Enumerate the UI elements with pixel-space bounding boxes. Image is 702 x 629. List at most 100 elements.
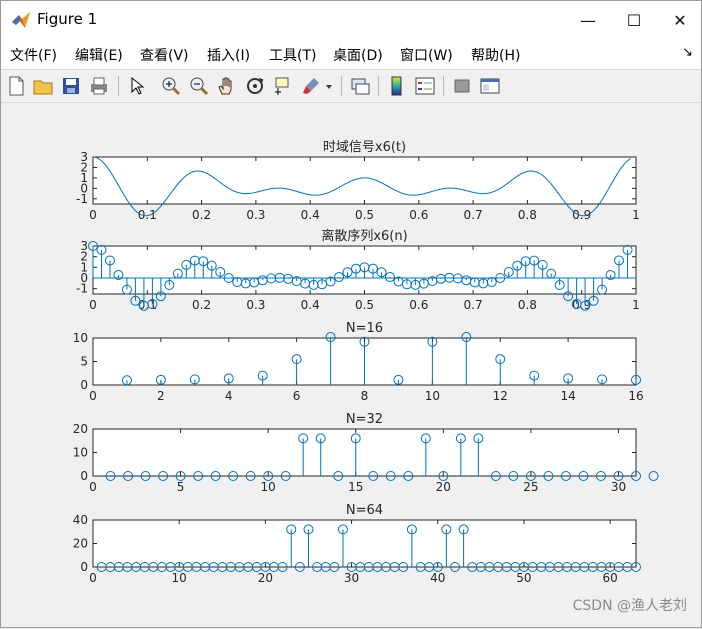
rotate-3d-icon xyxy=(247,78,264,94)
close-icon: ✕ xyxy=(673,10,687,30)
print-icon xyxy=(91,77,107,95)
new-figure-button[interactable] xyxy=(5,75,27,97)
close-button[interactable]: ✕ xyxy=(657,1,702,39)
chart-title: N=32 xyxy=(346,412,383,427)
open-file-button[interactable] xyxy=(32,75,54,97)
x-tick-label: 10 xyxy=(425,389,440,403)
x-tick-label: 1 xyxy=(632,298,640,312)
save-icon xyxy=(63,78,79,94)
x-tick-label: 20 xyxy=(436,480,451,494)
x-tick-label: 0.4 xyxy=(301,298,320,312)
menu-tools[interactable]: 工具(T) xyxy=(269,45,316,65)
link-plot-icon xyxy=(351,78,370,95)
y-tick-label: 40 xyxy=(73,513,88,527)
rotate-3d-button[interactable] xyxy=(244,75,266,97)
y-tick-label: 0 xyxy=(80,469,88,483)
brush-button[interactable] xyxy=(300,75,322,97)
show-plot-tools-button[interactable] xyxy=(479,75,501,97)
x-tick-label: 0.2 xyxy=(192,208,211,222)
menu-edit[interactable]: 编辑(E) xyxy=(75,45,123,65)
brush-icon xyxy=(303,78,319,94)
title-bar[interactable]: Figure 1 — ☐ ✕ xyxy=(1,1,701,39)
pan-button[interactable] xyxy=(216,75,238,97)
x-tick-label: 16 xyxy=(628,389,643,403)
colorbar-button[interactable] xyxy=(386,75,408,97)
axes-box xyxy=(92,519,637,568)
watermark: CSDN @渔人老刘 xyxy=(572,598,687,614)
menu-bar: 文件(F) 编辑(E) 查看(V) 插入(I) 工具(T) 桌面(D) 窗口(W… xyxy=(1,39,701,69)
menu-file[interactable]: 文件(F) xyxy=(10,45,57,65)
figure-canvas[interactable]: 0 0.1 0.2 0.3 0.4 0.5 0.6 0.7 0.8 0.9 1 -1 0 1 2 3 时域信号x… xyxy=(1,102,702,629)
x-tick-label: 30 xyxy=(611,480,626,494)
zoom-out-button[interactable] xyxy=(188,75,210,97)
subplots-svg[interactable]: 0 0.1 0.2 0.3 0.4 0.5 0.6 0.7 0.8 0.9 1-10123时域信号x… xyxy=(1,102,702,629)
y-tick-label: 0 xyxy=(80,378,88,392)
stem-marker xyxy=(648,471,659,481)
x-tick-label: 1 xyxy=(632,208,640,222)
axes-box xyxy=(92,428,637,477)
minimize-button[interactable]: — xyxy=(565,1,611,39)
zoom-out-icon xyxy=(190,77,209,96)
zoom-in-button[interactable] xyxy=(160,75,182,97)
x-tick-label: 0.6 xyxy=(409,208,428,222)
print-button[interactable] xyxy=(88,75,110,97)
toolbar-separator xyxy=(443,76,444,96)
toolbar-separator xyxy=(118,76,119,96)
x-tick-label: 0.5 xyxy=(355,298,374,312)
x-tick-label: 0 xyxy=(89,480,97,494)
menu-window[interactable]: 窗口(W) xyxy=(400,45,453,65)
figure-toolbar xyxy=(1,69,701,103)
legend-button[interactable] xyxy=(414,75,436,97)
data-cursor-button[interactable] xyxy=(272,75,294,97)
menu-overflow-icon[interactable]: ↘ xyxy=(682,45,693,60)
show-plot-tools-icon xyxy=(480,78,500,94)
maximize-button[interactable]: ☐ xyxy=(611,1,657,39)
x-tick-label: 2 xyxy=(157,389,165,403)
maximize-icon: ☐ xyxy=(626,10,642,30)
x-tick-label: 0.8 xyxy=(518,208,537,222)
link-plot-button[interactable] xyxy=(349,75,371,97)
y-tick-label: 20 xyxy=(73,422,88,436)
y-tick-label: 0 xyxy=(80,560,88,574)
x-tick-label: 50 xyxy=(516,571,531,585)
x-tick-label: 0.3 xyxy=(246,298,265,312)
menu-insert[interactable]: 插入(I) xyxy=(207,45,250,65)
x-tick-label: 25 xyxy=(523,480,538,494)
menu-desktop[interactable]: 桌面(D) xyxy=(333,45,383,65)
toolbar-separator xyxy=(378,76,379,96)
x-tick-label: 0.3 xyxy=(246,208,265,222)
x-tick-label: 6 xyxy=(293,389,301,403)
brush-dropdown-button[interactable] xyxy=(323,75,335,97)
chart-title: 离散序列x6(n) xyxy=(321,228,407,244)
pointer-button[interactable] xyxy=(125,75,147,97)
save-button[interactable] xyxy=(60,75,82,97)
x-tick-label: 60 xyxy=(603,571,618,585)
menu-help[interactable]: 帮助(H) xyxy=(471,45,520,65)
hide-plot-tools-button[interactable] xyxy=(451,75,473,97)
x-tick-label: 15 xyxy=(348,480,363,494)
new-figure-icon xyxy=(9,76,24,96)
window-title: Figure 1 xyxy=(37,10,98,28)
open-file-icon xyxy=(33,80,53,95)
matlab-logo-icon xyxy=(12,12,30,28)
x-tick-label: 0.6 xyxy=(409,298,428,312)
zoom-in-icon xyxy=(162,77,181,96)
toolbar-separator xyxy=(341,76,342,96)
y-tick-label: 10 xyxy=(73,446,88,460)
y-tick-label: 5 xyxy=(80,355,88,369)
x-tick-label: 10 xyxy=(172,571,187,585)
colorbar-icon xyxy=(391,76,402,96)
x-tick-label: 0 xyxy=(89,298,97,312)
chart-title: N=64 xyxy=(346,503,383,518)
x-tick-label: 12 xyxy=(493,389,508,403)
y-tick-label: 3 xyxy=(80,150,88,164)
x-tick-label: 30 xyxy=(344,571,359,585)
x-tick-label: 0.5 xyxy=(355,208,374,222)
dropdown-arrow-icon xyxy=(326,85,332,89)
menu-view[interactable]: 查看(V) xyxy=(140,45,189,65)
x-tick-label: 0 xyxy=(89,571,97,585)
x-tick-label: 0 xyxy=(89,208,97,222)
x-tick-label: 0.7 xyxy=(464,208,483,222)
y-tick-label: 10 xyxy=(73,331,88,345)
figure-window: Figure 1 — ☐ ✕ 文件(F) 编辑(E) 查看(V) 插入(I) 工… xyxy=(0,0,702,628)
